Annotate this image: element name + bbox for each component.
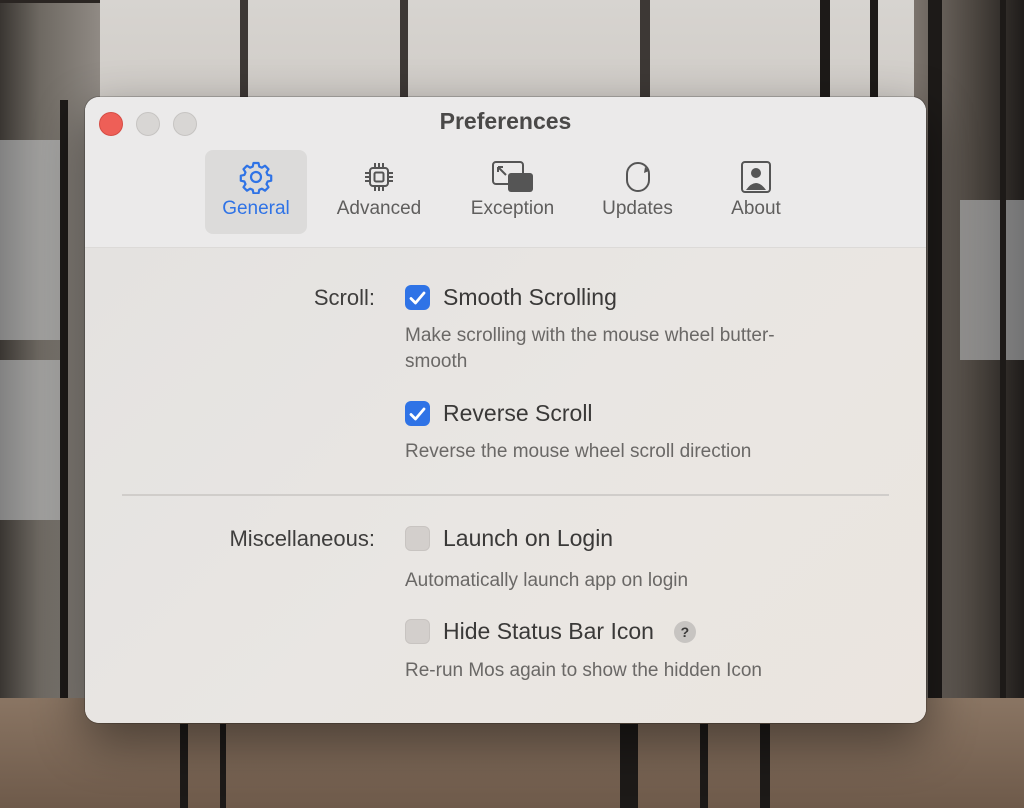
tab-label: About: [731, 198, 781, 219]
help-icon[interactable]: ?: [673, 620, 696, 643]
gear-icon: [239, 161, 273, 194]
checkmark-icon: [409, 407, 426, 420]
launch-on-login-option[interactable]: Launch on Login: [405, 525, 613, 552]
tab-label: Exception: [470, 198, 555, 219]
tab-label: Updates: [602, 198, 673, 219]
window-frame: [700, 724, 708, 808]
window-frame: [220, 724, 226, 808]
tab-label: Advanced: [336, 198, 422, 219]
tab-general[interactable]: General: [205, 150, 307, 234]
smooth-scrolling-option[interactable]: Smooth Scrolling: [405, 284, 617, 311]
hide-status-bar-icon-checkbox[interactable]: [405, 619, 430, 644]
launch-on-login-description: Automatically launch app on login: [405, 570, 689, 591]
hide-status-bar-icon-option[interactable]: Hide Status Bar Icon ?: [405, 618, 696, 645]
misc-section-label: Miscellaneous:: [229, 526, 375, 551]
reverse-scroll-option[interactable]: Reverse Scroll: [405, 400, 593, 427]
refresh-icon: [625, 162, 650, 192]
tab-updates[interactable]: Updates: [590, 150, 685, 234]
titlebar: Preferences General Advanced Exception U…: [85, 97, 926, 248]
general-pane: Scroll: Smooth Scrolling Make scrolling …: [85, 248, 926, 723]
smooth-scrolling-label[interactable]: Smooth Scrolling: [443, 284, 617, 311]
smooth-scrolling-description: Make scrolling with the mouse wheel butt…: [405, 325, 775, 372]
tab-exception[interactable]: Exception: [455, 150, 570, 234]
hide-status-bar-icon-description: Re-run Mos again to show the hidden Icon: [405, 660, 762, 681]
glass-pane: [0, 360, 60, 520]
reverse-scroll-checkbox[interactable]: [405, 401, 430, 426]
window-title: Preferences: [439, 108, 572, 134]
glass-pane: [0, 140, 60, 340]
scroll-section-label: Scroll:: [313, 285, 375, 310]
preferences-window: Preferences General Advanced Exception U…: [85, 97, 926, 723]
section-divider: [122, 494, 889, 496]
glass-pane: [960, 200, 1024, 360]
window-frame: [760, 724, 770, 808]
window-frame: [820, 0, 830, 100]
smooth-scrolling-checkbox[interactable]: [405, 285, 430, 310]
chip-icon: [365, 163, 393, 191]
hide-status-bar-icon-label[interactable]: Hide Status Bar Icon: [443, 618, 654, 645]
launch-on-login-checkbox[interactable]: [405, 526, 430, 551]
window-frame: [180, 724, 188, 808]
reverse-scroll-label[interactable]: Reverse Scroll: [443, 400, 593, 427]
person-icon: [741, 161, 771, 193]
window-frame: [928, 0, 942, 808]
reverse-scroll-description: Reverse the mouse wheel scroll direction: [405, 441, 752, 462]
launch-on-login-label[interactable]: Launch on Login: [443, 525, 613, 552]
checkmark-icon: [409, 291, 426, 304]
window-exception-icon: [491, 161, 533, 192]
tab-advanced[interactable]: Advanced: [323, 150, 435, 234]
window-frame: [870, 0, 878, 100]
frame-stripe: [0, 0, 100, 3]
tab-about[interactable]: About: [713, 150, 799, 234]
window-frame: [1000, 0, 1006, 808]
window-frame: [620, 724, 638, 808]
tab-label: General: [222, 198, 290, 219]
